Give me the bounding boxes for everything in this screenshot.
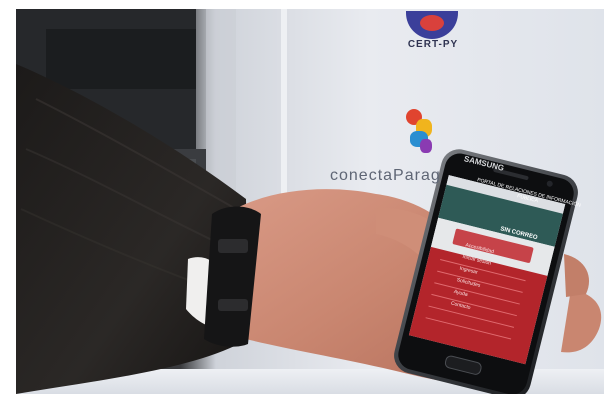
- conecta-paraguay-map-icon: [402, 109, 438, 159]
- cert-py-text: CERT-PY: [407, 39, 459, 50]
- conecta-text: conectaParag: [330, 167, 441, 184]
- cert-py-shield-icon: [406, 11, 458, 39]
- photo: CERT-PY conectaParag SAMSUNG PORTAL DE R…: [16, 9, 604, 394]
- photo-scene: CERT-PY conectaParag SAMSUNG PORTAL DE R…: [0, 0, 608, 407]
- cert-py-logo: CERT-PY: [398, 11, 468, 51]
